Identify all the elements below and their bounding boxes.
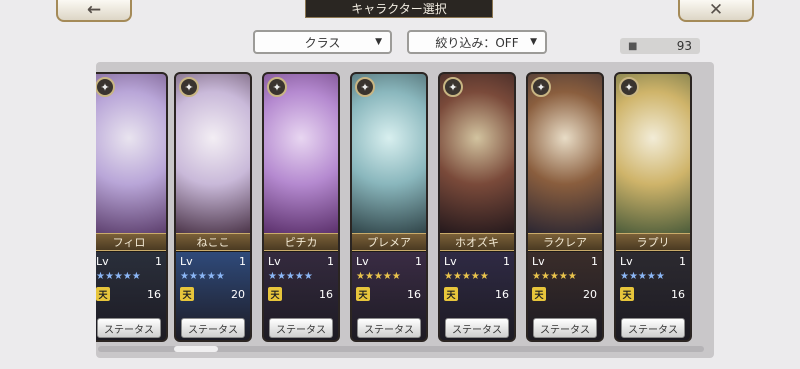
level-label: Lv bbox=[96, 255, 109, 268]
level-value: 1 bbox=[415, 255, 422, 268]
level-value: 1 bbox=[679, 255, 686, 268]
rank-icon: 天 bbox=[96, 287, 110, 301]
chevron-down-icon: ▼ bbox=[530, 37, 537, 47]
class-icon: ✦ bbox=[531, 77, 551, 97]
level-row: Lv 1 bbox=[96, 255, 162, 268]
character-portrait bbox=[264, 74, 338, 234]
character-name: ラクレア bbox=[528, 233, 602, 251]
level-row: Lv 1 bbox=[620, 255, 686, 268]
scrollbar-thumb[interactable] bbox=[174, 346, 218, 352]
character-portrait bbox=[96, 74, 166, 234]
rank-value: 16 bbox=[319, 287, 333, 301]
character-portrait bbox=[176, 74, 250, 234]
character-name: プレメア bbox=[352, 233, 426, 251]
rarity-stars: ★★★★★ bbox=[180, 271, 225, 282]
filter-dropdown[interactable]: 絞り込み：OFF ▼ bbox=[407, 30, 547, 54]
level-row: Lv 1 bbox=[268, 255, 334, 268]
rank-icon: 天 bbox=[532, 287, 546, 301]
level-row: Lv 1 bbox=[532, 255, 598, 268]
class-dropdown[interactable]: クラス ▼ bbox=[253, 30, 392, 54]
status-button[interactable]: ステータス bbox=[445, 318, 509, 338]
close-icon: ✕ bbox=[708, 0, 724, 20]
status-button[interactable]: ステータス bbox=[533, 318, 597, 338]
level-row: Lv 1 bbox=[180, 255, 246, 268]
character-name: ラプリ bbox=[616, 233, 690, 251]
rarity-stars: ★★★★★ bbox=[356, 271, 401, 282]
rarity-stars: ★★★★★ bbox=[96, 271, 141, 282]
status-button[interactable]: ステータス bbox=[181, 318, 245, 338]
rarity-stars: ★★★★★ bbox=[444, 271, 489, 282]
character-name: フィロ bbox=[96, 233, 166, 251]
character-portrait bbox=[528, 74, 602, 234]
level-label: Lv bbox=[356, 255, 369, 268]
level-label: Lv bbox=[268, 255, 281, 268]
rank-value: 16 bbox=[671, 287, 685, 301]
character-name: ピチカ bbox=[264, 233, 338, 251]
character-portrait bbox=[352, 74, 426, 234]
level-value: 1 bbox=[327, 255, 334, 268]
status-button[interactable]: ステータス bbox=[97, 318, 161, 338]
level-row: Lv 1 bbox=[444, 255, 510, 268]
character-name: ホオズキ bbox=[440, 233, 514, 251]
character-count-value: 93 bbox=[676, 39, 692, 53]
class-icon: ✦ bbox=[96, 77, 115, 97]
rank-icon: 天 bbox=[356, 287, 370, 301]
rarity-stars: ★★★★★ bbox=[268, 271, 313, 282]
level-value: 1 bbox=[503, 255, 510, 268]
character-card[interactable]: ✦ ピチカ Lv 1 ★★★★★ 天 16 ステータス bbox=[262, 72, 340, 342]
filter-dropdown-label: 絞り込み：OFF bbox=[435, 35, 519, 50]
status-button[interactable]: ステータス bbox=[621, 318, 685, 338]
level-value: 1 bbox=[591, 255, 598, 268]
class-icon: ✦ bbox=[267, 77, 287, 97]
character-card[interactable]: ✦ プレメア Lv 1 ★★★★★ 天 16 ステータス bbox=[350, 72, 428, 342]
level-value: 1 bbox=[239, 255, 246, 268]
status-button[interactable]: ステータス bbox=[269, 318, 333, 338]
class-icon: ✦ bbox=[179, 77, 199, 97]
back-button[interactable]: ← bbox=[56, 0, 132, 22]
chevron-down-icon: ▼ bbox=[375, 37, 382, 47]
character-portrait bbox=[440, 74, 514, 234]
user-icon: ■ bbox=[628, 40, 638, 52]
status-button[interactable]: ステータス bbox=[357, 318, 421, 338]
rarity-stars: ★★★★★ bbox=[620, 271, 665, 282]
character-card[interactable]: ✦ フィロ Lv 1 ★★★★★ 天 16 ステータス bbox=[96, 72, 168, 342]
rank-icon: 天 bbox=[444, 287, 458, 301]
rank-value: 16 bbox=[407, 287, 421, 301]
arrow-left-icon: ← bbox=[86, 0, 102, 20]
character-list-panel[interactable]: ✦ フィロ Lv 1 ★★★★★ 天 16 ステータス ✦ ねここ Lv 1 ★… bbox=[96, 62, 714, 358]
rank-value: 16 bbox=[495, 287, 509, 301]
character-card[interactable]: ✦ ラプリ Lv 1 ★★★★★ 天 16 ステータス bbox=[614, 72, 692, 342]
class-icon: ✦ bbox=[355, 77, 375, 97]
level-label: Lv bbox=[532, 255, 545, 268]
character-portrait bbox=[616, 74, 690, 234]
level-label: Lv bbox=[444, 255, 457, 268]
character-card[interactable]: ✦ ラクレア Lv 1 ★★★★★ 天 20 ステータス bbox=[526, 72, 604, 342]
rank-value: 20 bbox=[231, 287, 245, 301]
rank-icon: 天 bbox=[180, 287, 194, 301]
character-count: ■ 93 bbox=[620, 38, 700, 54]
character-card[interactable]: ✦ ホオズキ Lv 1 ★★★★★ 天 16 ステータス bbox=[438, 72, 516, 342]
rank-value: 20 bbox=[583, 287, 597, 301]
level-label: Lv bbox=[620, 255, 633, 268]
level-label: Lv bbox=[180, 255, 193, 268]
character-name: ねここ bbox=[176, 233, 250, 251]
class-icon: ✦ bbox=[443, 77, 463, 97]
rarity-stars: ★★★★★ bbox=[532, 271, 577, 282]
level-row: Lv 1 bbox=[356, 255, 422, 268]
rank-icon: 天 bbox=[268, 287, 282, 301]
class-dropdown-label: クラス bbox=[304, 35, 341, 50]
page-title: キャラクター選択 bbox=[305, 0, 493, 18]
character-card[interactable]: ✦ ねここ Lv 1 ★★★★★ 天 20 ステータス bbox=[174, 72, 252, 342]
rank-icon: 天 bbox=[620, 287, 634, 301]
level-value: 1 bbox=[155, 255, 162, 268]
class-icon: ✦ bbox=[619, 77, 639, 97]
rank-value: 16 bbox=[147, 287, 161, 301]
close-button[interactable]: ✕ bbox=[678, 0, 754, 22]
